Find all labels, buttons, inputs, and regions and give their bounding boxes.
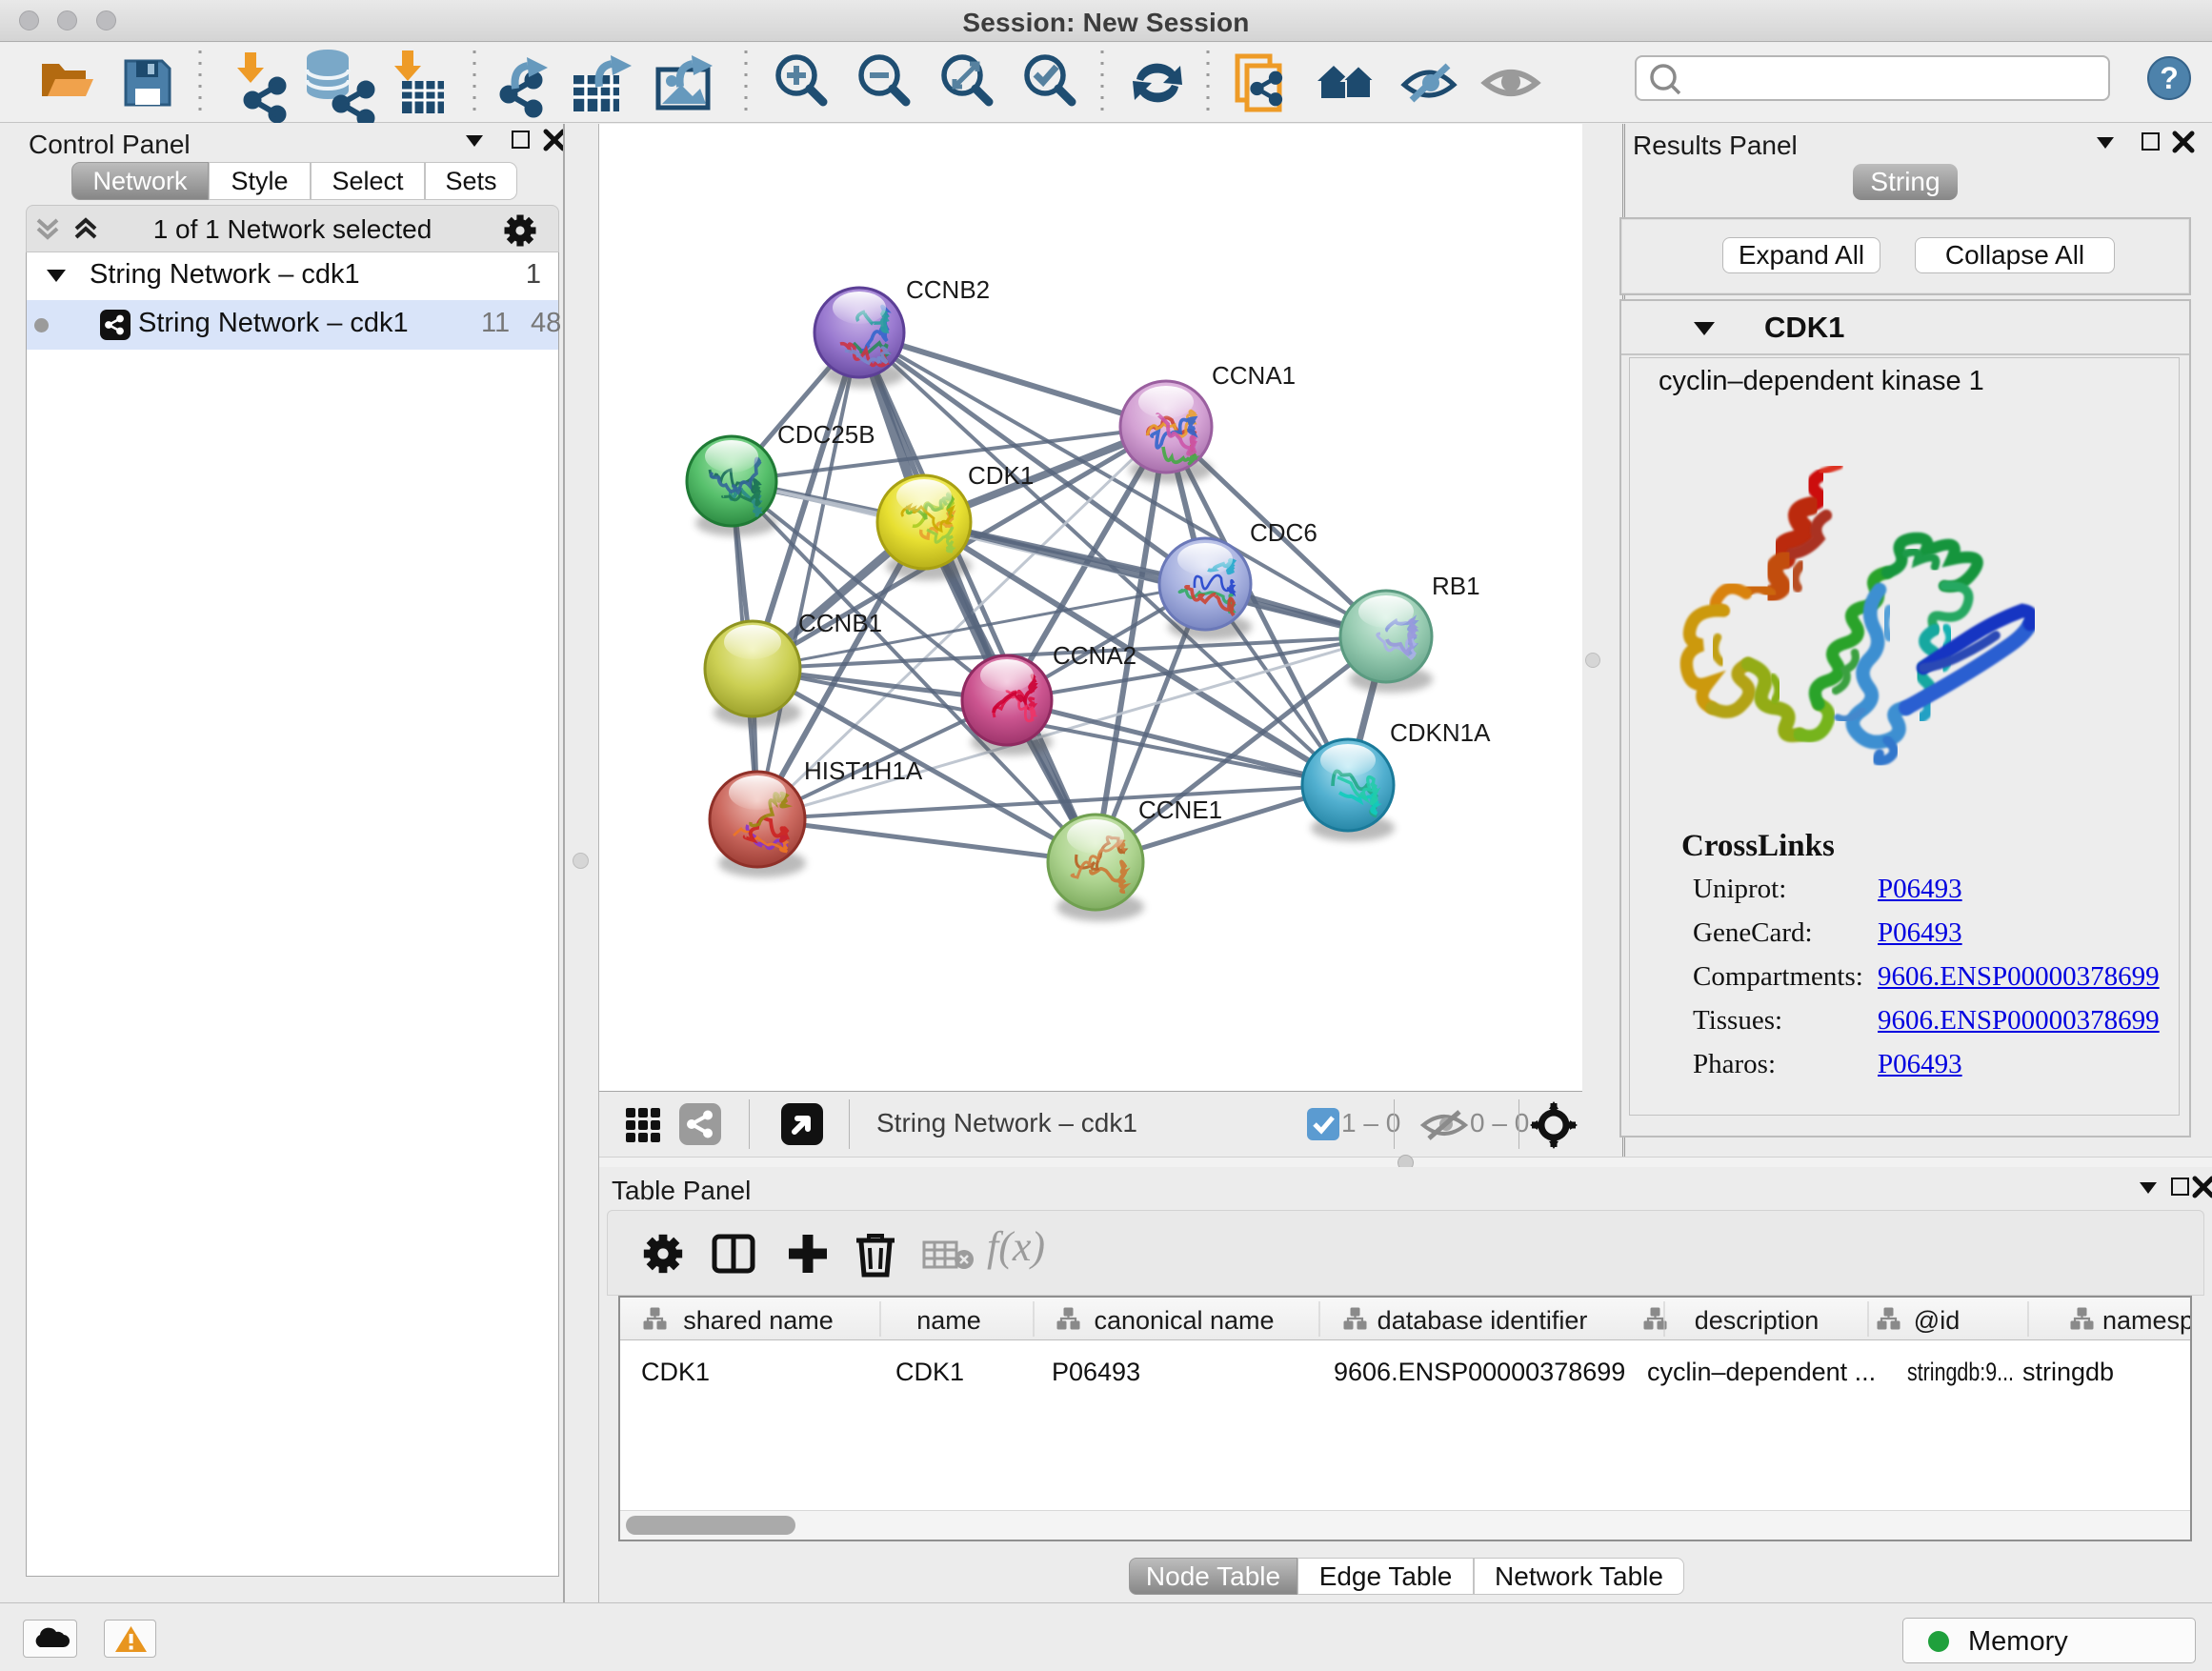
svg-text:cyclin–dependent ...: cyclin–dependent ... — [1647, 1358, 1876, 1386]
svg-text:CCNB2: CCNB2 — [906, 275, 990, 304]
svg-text:namespace: namespace — [2102, 1306, 2190, 1335]
svg-text:CDC25B: CDC25B — [777, 420, 875, 449]
svg-text:CDK1: CDK1 — [895, 1358, 964, 1386]
svg-text:RB1: RB1 — [1432, 572, 1480, 600]
svg-text:CDK1: CDK1 — [641, 1358, 710, 1386]
svg-text:shared name: shared name — [683, 1306, 834, 1335]
svg-text:CCNA1: CCNA1 — [1212, 361, 1296, 390]
svg-text:CCNA2: CCNA2 — [1053, 641, 1136, 670]
svg-text:CDC6: CDC6 — [1250, 518, 1317, 547]
svg-text:description: description — [1695, 1306, 1820, 1335]
svg-text:stringdb:9...: stringdb:9... — [1907, 1358, 2014, 1386]
svg-text:name: name — [916, 1306, 981, 1335]
svg-text:CDK1: CDK1 — [968, 461, 1034, 490]
svg-text:P06493: P06493 — [1052, 1358, 1140, 1386]
svg-text:CCNE1: CCNE1 — [1138, 795, 1222, 824]
svg-text:?: ? — [2160, 61, 2179, 95]
svg-text:canonical name: canonical name — [1094, 1306, 1274, 1335]
svg-text:@id: @id — [1914, 1306, 1960, 1335]
svg-text:9606.ENSP00000378699: 9606.ENSP00000378699 — [1334, 1358, 1625, 1386]
svg-text:database identifier: database identifier — [1377, 1306, 1588, 1335]
svg-text:HIST1H1A: HIST1H1A — [804, 756, 923, 785]
svg-text:stringdb: stringdb — [2022, 1358, 2114, 1386]
svg-text:CCNB1: CCNB1 — [798, 609, 882, 637]
svg-text:CDKN1A: CDKN1A — [1390, 718, 1491, 747]
